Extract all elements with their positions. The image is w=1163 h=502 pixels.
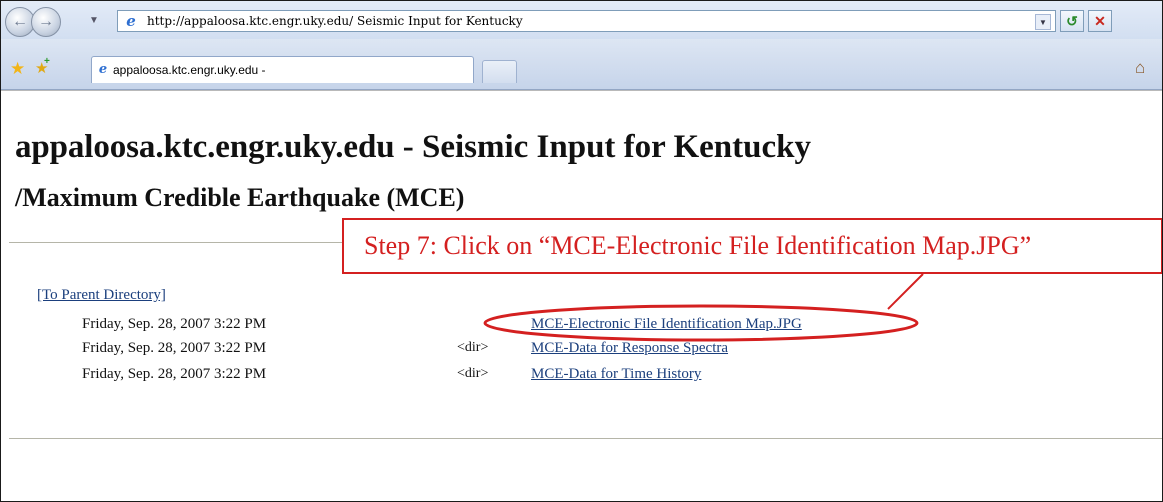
address-dropdown-icon[interactable]: ▼ xyxy=(1035,14,1051,30)
new-tab-button[interactable] xyxy=(482,60,517,83)
instruction-callout: Step 7: Click on “MCE-Electronic File Id… xyxy=(342,218,1162,274)
page-content: appaloosa.ktc.engr.uky.edu - Seismic Inp… xyxy=(1,90,1162,501)
tab-label: appaloosa.ktc.engr.uky.edu - xyxy=(113,63,266,77)
home-icon[interactable]: ⌂ xyxy=(1135,58,1145,78)
title-text: Seismic Input for Kentucky xyxy=(421,129,811,165)
list-item: Friday, Sep. 28, 2007 3:22 PM <dir> MCE-… xyxy=(1,340,1162,358)
divider-bottom xyxy=(9,438,1162,439)
entry-link-response-spectra[interactable]: MCE-Data for Response Spectra xyxy=(531,340,728,357)
entry-date: Friday, Sep. 28, 2007 3:22 PM xyxy=(82,316,267,332)
entry-date: Friday, Sep. 28, 2007 3:22 PM xyxy=(82,340,267,356)
star-icon[interactable]: ★ xyxy=(10,59,25,79)
entry-type: <dir> xyxy=(457,366,489,381)
add-favorite-icon[interactable]: ★ + xyxy=(35,56,50,77)
forward-arrow-icon[interactable]: → xyxy=(31,7,61,37)
title-dash: - xyxy=(394,129,422,165)
address-url[interactable]: http://appaloosa.ktc.engr.uky.edu/ Seism… xyxy=(147,14,523,28)
instruction-text: Step 7: Click on “MCE-Electronic File Id… xyxy=(364,231,1032,260)
stop-x-icon[interactable]: ✕ xyxy=(1088,10,1112,32)
history-dropdown-icon[interactable]: ▼ xyxy=(89,15,99,26)
ie-page-icon: e xyxy=(126,12,136,30)
page-title: appaloosa.ktc.engr.uky.edu - Seismic Inp… xyxy=(15,129,811,166)
address-bar[interactable]: e http://appaloosa.ktc.engr.uky.edu/ Sei… xyxy=(117,10,1056,32)
tab-current[interactable]: e appaloosa.ktc.engr.uky.edu - xyxy=(91,56,474,83)
host-name: appaloosa.ktc.engr.uky.edu xyxy=(15,129,395,165)
parent-directory-link[interactable]: [To Parent Directory] xyxy=(37,287,166,304)
ie-tab-icon: e xyxy=(98,62,108,77)
page-subtitle: /Maximum Credible Earthquake (MCE) xyxy=(15,183,465,212)
entry-date: Friday, Sep. 28, 2007 3:22 PM xyxy=(82,366,267,382)
list-item: Friday, Sep. 28, 2007 3:22 PM MCE-Electr… xyxy=(1,316,1162,334)
browser-window: ← → ▼ e http://appaloosa.ktc.engr.uky.ed… xyxy=(0,0,1163,502)
entry-link-time-history[interactable]: MCE-Data for Time History xyxy=(531,366,701,383)
list-item: Friday, Sep. 28, 2007 3:22 PM <dir> MCE-… xyxy=(1,366,1162,384)
refresh-go-icon[interactable]: ↺ xyxy=(1060,10,1084,32)
entry-link-map-jpg[interactable]: MCE-Electronic File Identification Map.J… xyxy=(531,316,802,333)
entry-type: <dir> xyxy=(457,340,489,355)
